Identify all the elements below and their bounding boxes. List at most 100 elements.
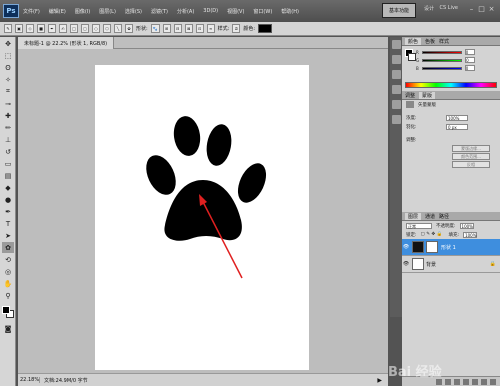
paragraph-panel-icon[interactable]	[392, 85, 401, 94]
green-slider[interactable]	[422, 58, 463, 62]
menu-window[interactable]: 窗口(W)	[253, 8, 272, 15]
custom-shape-tool-icon[interactable]: ✿	[2, 242, 14, 253]
minimize-icon[interactable]: –	[467, 5, 476, 14]
layer-background[interactable]: 👁 背景 🔒	[402, 256, 500, 273]
ellipse-icon[interactable]: ○	[92, 24, 100, 33]
menu-3d[interactable]: 3D(D)	[203, 8, 218, 14]
red-value[interactable]: 0	[464, 49, 475, 55]
gradient-tool-icon[interactable]: ▤	[2, 170, 14, 181]
workspace-design-button[interactable]: 设计	[424, 5, 434, 12]
tool-preset-icon[interactable]: ✎	[4, 24, 12, 33]
density-field[interactable]: 100%	[446, 114, 468, 121]
document-tab[interactable]: 未标题-1 @ 22.2% (形状 1, RGB/8)	[18, 37, 115, 49]
lasso-tool-icon[interactable]: ʘ	[2, 62, 14, 73]
tab-paths[interactable]: 路径	[439, 213, 449, 220]
menu-view[interactable]: 视图(V)	[227, 8, 244, 15]
color-spectrum-bar[interactable]	[405, 82, 497, 88]
menu-help[interactable]: 帮助(H)	[281, 8, 299, 15]
color-swatches[interactable]	[1, 305, 15, 319]
healing-brush-tool-icon[interactable]: ✚	[2, 110, 14, 121]
actions-panel-icon[interactable]	[392, 55, 401, 64]
status-menu-icon[interactable]: ▶	[377, 377, 382, 384]
document-page[interactable]	[95, 65, 309, 370]
type-tool-icon[interactable]: T	[2, 218, 14, 229]
canvas-area[interactable]	[18, 49, 388, 373]
opacity-field[interactable]: 100%	[459, 222, 474, 229]
pen-icon[interactable]: ✒	[48, 24, 56, 33]
tab-color[interactable]: 颜色	[405, 37, 422, 45]
blur-tool-icon[interactable]: ◆	[2, 182, 14, 193]
hand-tool-icon[interactable]: ✋	[2, 278, 14, 289]
paw-shape-picker-icon[interactable]: 🐾	[150, 24, 160, 33]
tab-masks[interactable]: 蒙版	[419, 91, 436, 99]
magic-wand-tool-icon[interactable]: ✧	[2, 74, 14, 85]
3d-rotate-tool-icon[interactable]: ⟲	[2, 254, 14, 265]
brush-tool-icon[interactable]: ✏	[2, 122, 14, 133]
fill-pixels-icon[interactable]: ■	[37, 24, 45, 33]
rectangle-icon[interactable]: □	[70, 24, 78, 33]
close-icon[interactable]: ×	[487, 5, 496, 14]
tab-layers[interactable]: 图层	[405, 212, 422, 220]
3d-camera-tool-icon[interactable]: ◎	[2, 266, 14, 277]
pen-tool-icon[interactable]: ✒	[2, 206, 14, 217]
quick-mask-icon[interactable]: ◙	[2, 323, 14, 334]
layer-name[interactable]: 形状 1	[441, 244, 456, 251]
tab-channels[interactable]: 通道	[425, 213, 435, 220]
layer-name[interactable]: 背景	[426, 261, 436, 268]
crop-tool-icon[interactable]: ⌗	[2, 86, 14, 97]
invert-button[interactable]: 反相	[452, 161, 490, 168]
visibility-eye-icon[interactable]: 👁	[402, 261, 410, 267]
move-tool-icon[interactable]: ✥	[2, 38, 14, 49]
brushes-panel-icon[interactable]	[392, 100, 401, 109]
zoom-level[interactable]: 22.18%	[18, 377, 40, 383]
lock-icons[interactable]: ▢ ✎ ✥ 🔒	[421, 232, 445, 237]
eraser-tool-icon[interactable]: ▭	[2, 158, 14, 169]
dodge-tool-icon[interactable]: ●	[2, 194, 14, 205]
red-slider[interactable]	[421, 50, 462, 54]
character-panel-icon[interactable]	[392, 70, 401, 79]
blue-slider[interactable]	[421, 66, 462, 70]
zoom-tool-icon[interactable]: ⚲	[2, 290, 14, 301]
green-value[interactable]: 0	[465, 57, 476, 63]
marquee-tool-icon[interactable]: ⬚	[2, 50, 14, 61]
tab-styles[interactable]: 样式	[439, 38, 449, 45]
combine-icon[interactable]: ⊞	[162, 24, 171, 33]
menu-file[interactable]: 文件(F)	[23, 8, 40, 15]
menu-filter[interactable]: 滤镜(T)	[151, 8, 168, 15]
blue-value[interactable]: 0	[464, 65, 475, 71]
eyedropper-tool-icon[interactable]: ⊸	[2, 98, 14, 109]
style-picker-icon[interactable]: ⧄	[232, 24, 241, 33]
cs-live-button[interactable]: CS Live	[440, 5, 458, 11]
color-range-button[interactable]: 颜色范围...	[452, 153, 490, 160]
tab-adjustments[interactable]: 调整	[405, 92, 415, 99]
history-panel-icon[interactable]	[392, 40, 401, 49]
freeform-pen-icon[interactable]: ✍	[59, 24, 67, 33]
menu-select[interactable]: 选择(S)	[125, 8, 142, 15]
foreground-color-swatch[interactable]	[2, 306, 10, 314]
color-swatch[interactable]	[258, 24, 273, 33]
path-selection-tool-icon[interactable]: ➤	[2, 230, 14, 241]
rounded-rectangle-icon[interactable]: ▢	[81, 24, 89, 33]
history-brush-tool-icon[interactable]: ↺	[2, 146, 14, 157]
paths-icon[interactable]: ◇	[26, 24, 34, 33]
clone-source-panel-icon[interactable]	[392, 115, 401, 124]
custom-shape-icon[interactable]: ✿	[125, 24, 133, 33]
exclude-icon[interactable]: ⊡	[195, 24, 204, 33]
visibility-eye-icon[interactable]: 👁	[402, 244, 410, 250]
intersect-icon[interactable]: ⊠	[184, 24, 193, 33]
menu-analysis[interactable]: 分析(A)	[177, 8, 194, 15]
polygon-icon[interactable]: ⬡	[103, 24, 111, 33]
link-icon[interactable]: ∞	[206, 24, 215, 33]
menu-layer[interactable]: 图层(L)	[99, 8, 116, 15]
clone-stamp-tool-icon[interactable]: ⊥	[2, 134, 14, 145]
feather-field[interactable]: 0 px	[446, 123, 468, 130]
workspace-essentials-button[interactable]: 基本功能	[381, 3, 416, 18]
menu-image[interactable]: 图像(I)	[75, 8, 90, 15]
blend-mode-select[interactable]: 正常	[406, 222, 432, 229]
maximize-icon[interactable]: □	[477, 5, 486, 14]
layer-shape-1[interactable]: 👁 形状 1	[402, 239, 500, 256]
tab-swatches[interactable]: 色板	[425, 38, 435, 45]
mask-edge-button[interactable]: 蒙版边缘...	[452, 145, 490, 152]
subtract-icon[interactable]: ⊟	[173, 24, 182, 33]
vector-mask-thumbnail[interactable]	[426, 241, 438, 253]
